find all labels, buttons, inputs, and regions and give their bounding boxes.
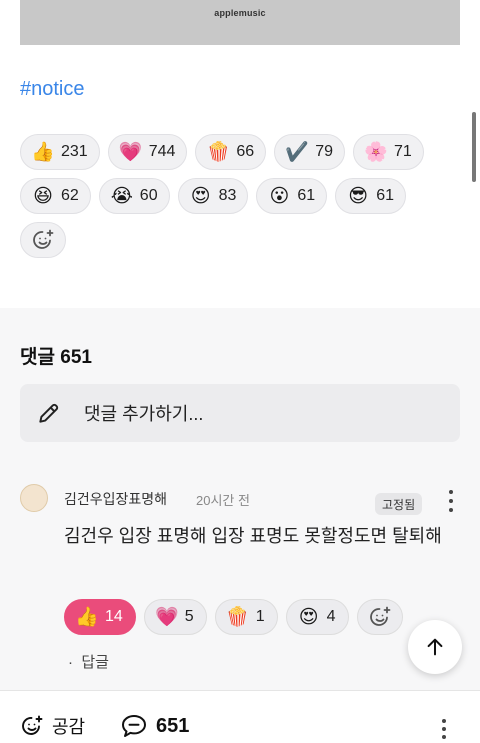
comment-timestamp: 20시간 전 bbox=[196, 493, 250, 508]
comments-button[interactable]: 651 bbox=[120, 713, 189, 739]
reaction-surprised[interactable]: 😮 61 bbox=[256, 178, 328, 214]
reaction-count: 14 bbox=[105, 608, 123, 625]
reaction-laughing[interactable]: 😆 62 bbox=[20, 178, 91, 214]
comment-reaction-heart[interactable]: 💗 5 bbox=[143, 599, 207, 635]
comment-add-reaction-button[interactable] bbox=[356, 599, 403, 635]
reaction-popcorn[interactable]: 🍿 66 bbox=[195, 134, 267, 170]
reaction-count: 83 bbox=[218, 187, 237, 204]
bottom-action-bar: 공감 651 bbox=[0, 690, 480, 743]
popcorn-icon: 🍿 bbox=[225, 606, 250, 628]
reaction-count: 4 bbox=[326, 608, 336, 625]
thumbs-up-icon: 👍 bbox=[75, 606, 99, 628]
reply-label: 답글 bbox=[81, 654, 109, 671]
reaction-flower[interactable]: 🌸 71 bbox=[353, 134, 424, 170]
comment-reaction-popcorn[interactable]: 🍿 1 bbox=[214, 599, 278, 635]
reaction-crying[interactable]: 😭 60 bbox=[98, 178, 170, 214]
post-image-banner[interactable]: applemusic bbox=[20, 0, 460, 45]
popcorn-icon: 🍿 bbox=[206, 141, 231, 163]
arrow-up-icon bbox=[427, 638, 443, 656]
reply-link[interactable]: · 답글 bbox=[68, 651, 109, 672]
heart-eyes-face-icon: 😍 bbox=[298, 606, 319, 628]
heart-eyes-face-icon: 😍 bbox=[190, 185, 211, 207]
reaction-heart[interactable]: 💗 744 bbox=[107, 134, 188, 170]
scrollbar[interactable] bbox=[472, 112, 476, 182]
reaction-count: 61 bbox=[297, 187, 316, 204]
speech-bubble-icon bbox=[122, 715, 146, 737]
reaction-count: 62 bbox=[61, 187, 79, 204]
laughing-face-icon: 😆 bbox=[33, 185, 53, 207]
comments-title-label: 댓글 bbox=[20, 347, 55, 368]
thumbs-up-icon: 👍 bbox=[31, 141, 55, 163]
like-button[interactable]: 공감 bbox=[20, 713, 85, 739]
avatar[interactable] bbox=[20, 484, 48, 512]
reaction-heart-eyes[interactable]: 😍 83 bbox=[177, 178, 249, 214]
sunglasses-face-icon: 😎 bbox=[348, 185, 369, 207]
reaction-sunglasses[interactable]: 😎 61 bbox=[335, 178, 406, 214]
comment-reactions: 👍 14 💗 5 🍿 1 😍 4 bbox=[64, 599, 403, 635]
comment-input-placeholder: 댓글 추가하기... bbox=[84, 404, 204, 424]
pinned-badge: 고정됨 bbox=[375, 493, 423, 515]
reaction-row: 😆 62 😭 60 😍 83 😮 61 😎 61 bbox=[20, 178, 450, 214]
post-reactions: 👍 231 💗 744 🍿 66 ✔️ 79 🌸 71 😆 62 😭 60 😍 … bbox=[20, 134, 450, 266]
pencil-icon bbox=[39, 403, 59, 423]
reaction-count: 5 bbox=[184, 608, 194, 625]
heart-icon: 💗 bbox=[118, 141, 143, 163]
reaction-count: 79 bbox=[315, 143, 333, 160]
like-label: 공감 bbox=[52, 717, 86, 737]
apple-music-logo: applemusic bbox=[214, 8, 266, 18]
reply-bullet: · bbox=[68, 654, 73, 671]
reaction-count: 1 bbox=[255, 608, 265, 625]
comment-reaction-heart-eyes[interactable]: 😍 4 bbox=[285, 599, 349, 635]
crying-face-icon: 😭 bbox=[110, 185, 133, 207]
comments-heading: 댓글 651 bbox=[20, 342, 92, 369]
reaction-count: 744 bbox=[148, 143, 176, 160]
surprised-face-icon: 😮 bbox=[269, 185, 290, 207]
comment-reaction-thumbs-up[interactable]: 👍 14 bbox=[64, 599, 136, 635]
scroll-to-top-button[interactable] bbox=[408, 620, 462, 674]
heart-icon: 💗 bbox=[154, 606, 179, 628]
reaction-check[interactable]: ✔️ 79 bbox=[274, 134, 345, 170]
add-reaction-button[interactable] bbox=[20, 222, 66, 258]
reaction-thumbs-up[interactable]: 👍 231 bbox=[20, 134, 100, 170]
check-mark-icon: ✔️ bbox=[285, 141, 310, 163]
reaction-count: 60 bbox=[139, 187, 158, 204]
comment-text: 김건우 입장 표명해 입장 표명도 못할정도면 탈퇴해 bbox=[64, 526, 442, 546]
reaction-count: 61 bbox=[376, 187, 394, 204]
reaction-row: 👍 231 💗 744 🍿 66 ✔️ 79 🌸 71 bbox=[20, 134, 450, 170]
comment-count: 651 bbox=[156, 714, 190, 737]
reaction-count: 71 bbox=[394, 143, 412, 160]
comment-author[interactable]: 김건우입장표명해 bbox=[64, 489, 167, 509]
hashtag-link[interactable]: #notice bbox=[20, 78, 85, 101]
reaction-row bbox=[20, 222, 450, 258]
flower-icon: 🌸 bbox=[364, 141, 388, 163]
add-emoji-icon bbox=[369, 606, 390, 626]
comment-more-button[interactable] bbox=[445, 490, 457, 512]
add-comment-input[interactable]: 댓글 추가하기... bbox=[20, 384, 460, 442]
add-emoji-icon bbox=[33, 229, 54, 249]
reaction-count: 66 bbox=[236, 143, 255, 160]
add-emoji-icon bbox=[22, 715, 43, 735]
comments-count: 651 bbox=[60, 347, 92, 368]
post-more-button[interactable] bbox=[440, 719, 448, 739]
reaction-count: 231 bbox=[61, 143, 88, 160]
